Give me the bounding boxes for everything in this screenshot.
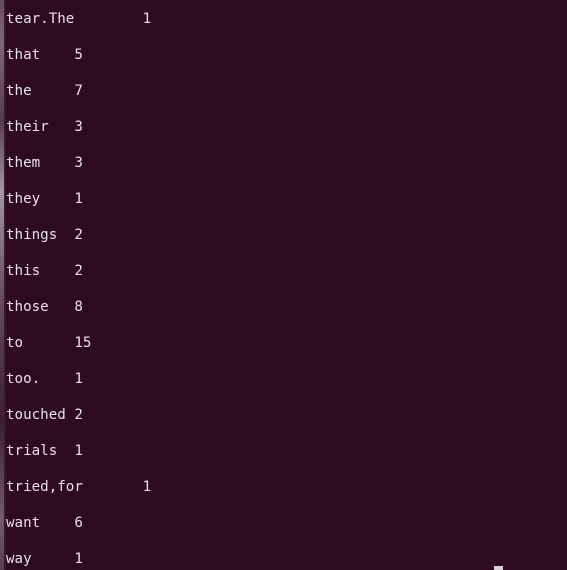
word-token: too. [6, 371, 41, 388]
terminal-output-row: trials 1 [6, 442, 567, 460]
word-token: things [6, 227, 58, 244]
word-token: tried,for [6, 479, 83, 496]
terminal-output-row: they 1 [6, 190, 567, 208]
text-cursor [494, 566, 503, 570]
word-count: 7 [74, 83, 83, 100]
word-count: 1 [142, 11, 152, 28]
word-count: 8 [74, 299, 83, 316]
terminal-output-row: want 6 [6, 514, 567, 532]
word-count: 3 [74, 119, 83, 136]
word-token: the [6, 83, 32, 100]
word-token: to [6, 335, 24, 352]
terminal-output-row: them 3 [6, 154, 567, 172]
word-count: 1 [142, 479, 152, 496]
word-token: that [6, 47, 41, 64]
word-count: 3 [74, 155, 83, 172]
terminal-output-row: too. 1 [6, 370, 567, 388]
word-count: 5 [74, 47, 83, 64]
terminal-output-row: tried,for 1 [6, 478, 567, 496]
word-count: 2 [74, 227, 83, 244]
terminal-output-row: to 15 [6, 334, 567, 352]
terminal-window[interactable]: tear.The 1 that 5 the 7 their 3 them 3 t… [0, 0, 567, 570]
terminal-output-row: their 3 [6, 118, 567, 136]
word-count: 2 [74, 263, 83, 280]
terminal-output-row: things 2 [6, 226, 567, 244]
terminal-output-row: those 8 [6, 298, 567, 316]
terminal-output: tear.The 1 that 5 the 7 their 3 them 3 t… [6, 10, 567, 570]
word-count: 15 [74, 335, 92, 352]
terminal-output-row: this 2 [6, 262, 567, 280]
word-token: those [6, 299, 49, 316]
terminal-output-row: tear.The 1 [6, 10, 567, 28]
word-token: way [6, 551, 32, 568]
word-count: 1 [74, 191, 83, 208]
terminal-output-row: the 7 [6, 82, 567, 100]
word-token: this [6, 263, 41, 280]
word-token: them [6, 155, 41, 172]
terminal-output-row: way 1 [6, 550, 567, 568]
word-count: 2 [74, 407, 83, 424]
word-token: want [6, 515, 41, 532]
word-token: touched [6, 407, 66, 424]
terminal-output-row: touched 2 [6, 406, 567, 424]
word-token: their [6, 119, 49, 136]
terminal-output-row: that 5 [6, 46, 567, 64]
word-count: 6 [74, 515, 83, 532]
word-token: trials [6, 443, 58, 460]
word-count: 1 [74, 443, 83, 460]
word-count: 1 [74, 371, 83, 388]
word-count: 1 [74, 551, 83, 568]
word-token: they [6, 191, 41, 208]
word-token: tear.The [6, 11, 75, 28]
